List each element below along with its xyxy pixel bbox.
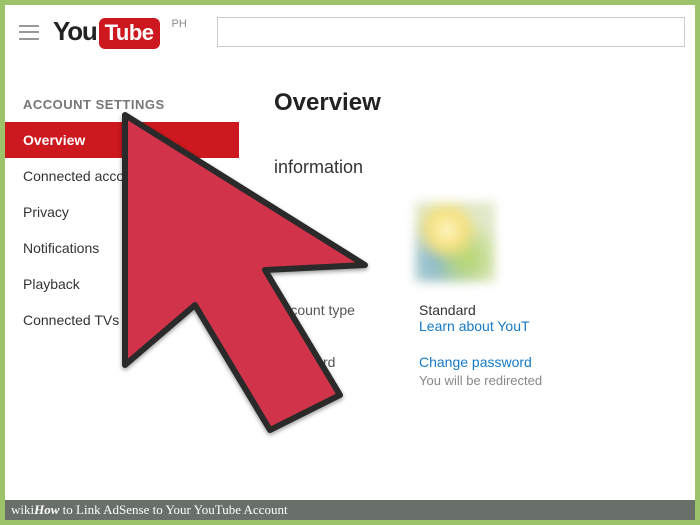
change-password-link[interactable]: Change password <box>419 354 542 370</box>
caption-wiki: wiki <box>11 502 34 517</box>
main-content: Overview information Account type Standa… <box>239 59 695 408</box>
field-name-label <box>274 202 419 282</box>
password-label: Password <box>274 354 419 388</box>
sidebar-item-privacy[interactable]: Privacy <box>5 194 239 230</box>
section-title: information <box>274 157 695 178</box>
sidebar-heading: ACCOUNT SETTINGS <box>5 97 239 122</box>
field-account-type: Account type Standard Learn about YouT <box>274 302 695 334</box>
avatar <box>415 202 495 282</box>
menu-icon[interactable] <box>19 25 39 40</box>
caption-tail: to Link AdSense to Your YouTube Account <box>59 502 287 517</box>
youtube-logo[interactable]: You Tube <box>53 16 160 49</box>
learn-about-youtube-link[interactable]: Learn about YouT <box>419 318 530 334</box>
sidebar-item-playback[interactable]: Playback <box>5 266 239 302</box>
sidebar-item-connected-tvs[interactable]: Connected TVs <box>5 302 239 338</box>
field-password: Password Change password You will be red… <box>274 354 695 388</box>
account-type-value: Standard <box>419 302 530 318</box>
app-header: You Tube PH <box>5 5 695 59</box>
page-title: Overview <box>274 89 695 117</box>
sidebar-item-notifications[interactable]: Notifications <box>5 230 239 266</box>
caption-how: How <box>34 502 59 517</box>
field-name <box>274 202 695 282</box>
logo-text-tube: Tube <box>99 18 160 49</box>
account-type-label: Account type <box>274 302 419 334</box>
caption-brand: wikiHow to Link AdSense to Your YouTube … <box>11 502 288 518</box>
search-input[interactable] <box>217 17 685 47</box>
password-hint: You will be redirected <box>419 373 542 388</box>
search-container <box>217 17 685 47</box>
sidebar-item-connected-accounts[interactable]: Connected accounts <box>5 158 239 194</box>
country-code: PH <box>172 18 187 30</box>
caption-bar: wikiHow to Link AdSense to Your YouTube … <box>5 500 695 520</box>
logo-text-you: You <box>53 16 97 47</box>
sidebar: ACCOUNT SETTINGS Overview Connected acco… <box>5 59 239 408</box>
sidebar-item-overview[interactable]: Overview <box>5 122 239 158</box>
